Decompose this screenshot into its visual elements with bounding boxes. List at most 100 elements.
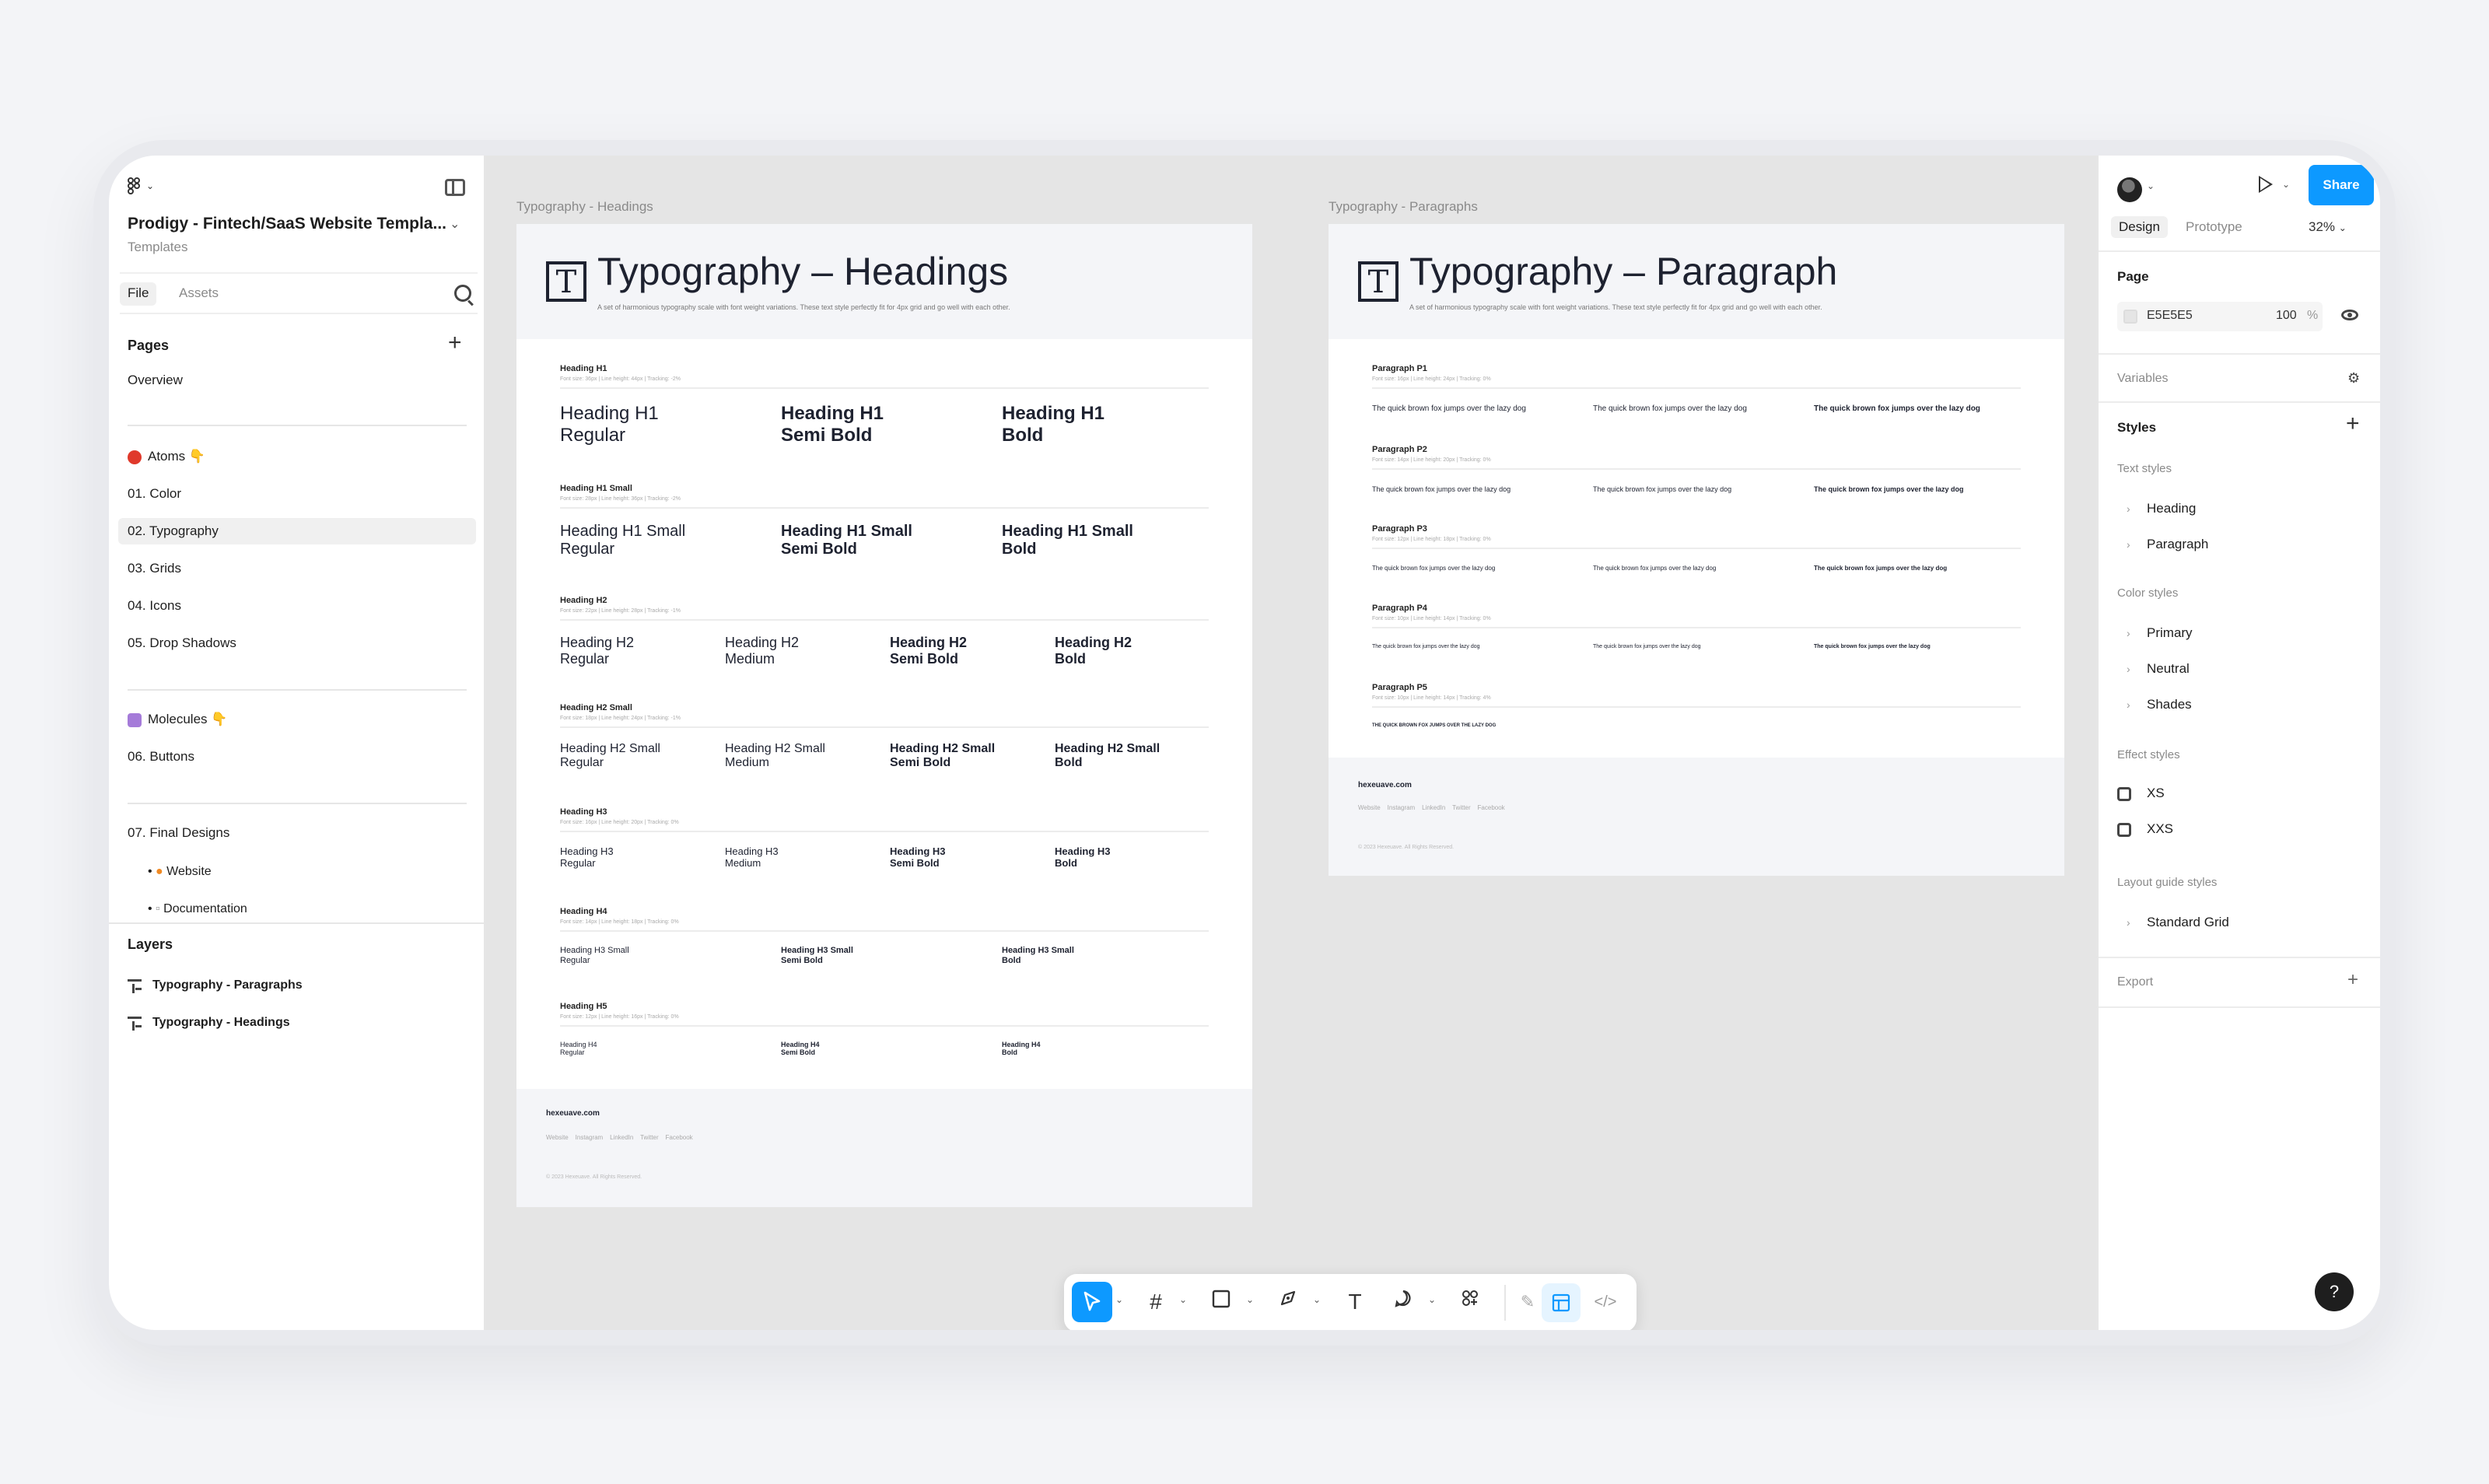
main-menu-button[interactable]: ⌄ xyxy=(128,177,154,194)
code-icon[interactable]: </> xyxy=(1588,1285,1623,1319)
tab-assets[interactable]: Assets xyxy=(171,282,226,306)
section-meta: Font size: 28px | Line height: 36px | Tr… xyxy=(560,496,681,502)
page-item-typography[interactable]: 02. Typography xyxy=(118,518,476,544)
paragraph-sample: The quick brown fox jumps over the lazy … xyxy=(1593,644,1701,649)
text-tool-icon[interactable]: T xyxy=(1338,1285,1372,1319)
move-tool-button[interactable] xyxy=(1072,1282,1112,1322)
style-heading[interactable]: Heading xyxy=(2147,501,2196,516)
add-style-icon[interactable]: + xyxy=(2346,412,2360,436)
avatar[interactable] xyxy=(2117,177,2142,202)
frame-footer: hexeuave.com Website Instagram LinkedIn … xyxy=(516,1089,1252,1207)
add-export-icon[interactable]: + xyxy=(2347,971,2358,989)
canvas[interactable]: Typography - Headings T Typography – Hea… xyxy=(485,156,2097,1330)
spec-h3-small-semibold: Heading H3 Small Semi Bold xyxy=(781,946,853,965)
style-xs[interactable]: XS xyxy=(2147,786,2165,801)
style-neutral[interactable]: Neutral xyxy=(2147,661,2190,677)
frame-typography-headings[interactable]: T Typography – Headings A set of harmoni… xyxy=(516,224,1252,1207)
export-label[interactable]: Export xyxy=(2117,975,2153,989)
share-button[interactable]: Share xyxy=(2309,165,2374,205)
left-panel-top: ⌄ xyxy=(128,177,465,205)
eye-icon[interactable] xyxy=(2341,310,2358,320)
zoom-level[interactable]: 32% ⌄ xyxy=(2309,219,2347,235)
style-standard-grid[interactable]: Standard Grid xyxy=(2147,915,2229,930)
actions-icon[interactable] xyxy=(1453,1285,1487,1319)
layer-typography-paragraphs[interactable]: Typography - Paragraphs xyxy=(128,978,303,993)
color-swatch[interactable] xyxy=(2123,310,2137,324)
file-menu-chevron-icon[interactable]: ⌄ xyxy=(450,216,460,232)
file-project-label[interactable]: Templates xyxy=(128,240,187,255)
frame-label-paragraphs[interactable]: Typography - Paragraphs xyxy=(1329,199,1478,215)
play-icon[interactable] xyxy=(2259,176,2273,193)
page-item-drop-shadows[interactable]: 05. Drop Shadows xyxy=(128,630,236,656)
chevron-down-icon[interactable]: ⌄ xyxy=(1246,1294,1254,1305)
page-item-color[interactable]: 01. Color xyxy=(128,481,181,507)
chevron-down-icon[interactable]: ⌄ xyxy=(2147,180,2155,191)
draw-mode-icon[interactable]: ✎ xyxy=(1511,1285,1545,1319)
page-item-icons[interactable]: 04. Icons xyxy=(128,593,181,619)
add-page-icon[interactable]: + xyxy=(448,331,462,355)
page-item-buttons[interactable]: 06. Buttons xyxy=(128,744,194,770)
page-item-overview[interactable]: Overview xyxy=(128,367,183,394)
chevron-right-icon[interactable]: › xyxy=(2127,502,2130,515)
style-shades[interactable]: Shades xyxy=(2147,697,2192,712)
frame-typography-paragraphs[interactable]: T Typography – Paragraph A set of harmon… xyxy=(1329,224,2064,876)
tab-design[interactable]: Design xyxy=(2111,216,2168,238)
comment-tool-icon[interactable] xyxy=(1386,1285,1420,1319)
paragraph-sample: The quick brown fox jumps over the lazy … xyxy=(1814,644,1931,649)
rectangle-tool-icon[interactable] xyxy=(1204,1285,1238,1319)
divider xyxy=(2099,401,2380,403)
page-fill-hex[interactable]: E5E5E5 xyxy=(2147,309,2193,323)
effect-styles-heading: Effect styles xyxy=(2117,748,2180,761)
page-item-molecules[interactable]: Molecules 👇 xyxy=(128,706,227,733)
layer-label: Typography - Headings xyxy=(152,1016,290,1029)
section-label: Heading H3 xyxy=(560,807,607,817)
frame-tool-icon[interactable]: # xyxy=(1139,1285,1173,1319)
divider xyxy=(1372,627,2021,628)
paragraph-sample: The quick brown fox jumps over the lazy … xyxy=(1372,404,1526,413)
chevron-down-icon[interactable]: ⌄ xyxy=(2282,179,2290,190)
help-button[interactable]: ? xyxy=(2315,1272,2354,1311)
layout-styles-heading: Layout guide styles xyxy=(2117,876,2218,889)
page-fill-opacity[interactable]: 100 xyxy=(2276,309,2297,323)
section-label: Heading H4 xyxy=(560,907,607,916)
design-mode-button[interactable] xyxy=(1542,1283,1581,1322)
chevron-down-icon[interactable]: ⌄ xyxy=(1115,1294,1123,1305)
pen-tool-icon[interactable] xyxy=(1271,1285,1305,1319)
page-item-atoms[interactable]: Atoms 👇 xyxy=(128,443,205,470)
spec-h4-bold: Heading H4 Bold xyxy=(1002,1041,1041,1057)
frame-header: T Typography – Headings A set of harmoni… xyxy=(516,224,1252,339)
chevron-down-icon[interactable]: ⌄ xyxy=(1428,1294,1436,1305)
tab-file[interactable]: File xyxy=(120,282,157,306)
section-label: Heading H5 xyxy=(560,1002,607,1011)
spec-h2-medium: Heading H2 Medium xyxy=(725,635,800,667)
style-xxs[interactable]: XXS xyxy=(2147,821,2173,837)
frame-label-headings[interactable]: Typography - Headings xyxy=(516,199,653,215)
variables-label[interactable]: Variables xyxy=(2117,372,2169,386)
section-meta: Font size: 18px | Line height: 24px | Tr… xyxy=(560,716,681,721)
page-fill-row[interactable]: E5E5E5 100 % xyxy=(2117,302,2323,331)
layer-typography-headings[interactable]: Typography - Headings xyxy=(128,1016,290,1031)
chevron-right-icon[interactable]: › xyxy=(2127,663,2130,675)
chevron-down-icon[interactable]: ⌄ xyxy=(1179,1294,1187,1305)
chevron-right-icon[interactable]: › xyxy=(2127,916,2130,929)
page-item-website[interactable]: • ● Website xyxy=(148,865,212,879)
variables-icon[interactable]: ⚙ xyxy=(2347,370,2360,387)
page-item-grids[interactable]: 03. Grids xyxy=(128,555,181,582)
chevron-right-icon[interactable]: › xyxy=(2127,538,2130,551)
section-meta: Font size: 22px | Line height: 28px | Tr… xyxy=(560,608,681,614)
search-icon[interactable] xyxy=(454,285,471,302)
section-label: Heading H1 xyxy=(560,364,607,373)
page-item-documentation[interactable]: • ▫ Documentation xyxy=(148,902,247,921)
style-primary[interactable]: Primary xyxy=(2147,625,2193,641)
file-title[interactable]: Prodigy - Fintech/SaaS Website Templa... xyxy=(128,215,446,233)
chevron-down-icon[interactable]: ⌄ xyxy=(1313,1294,1321,1305)
chevron-right-icon[interactable]: › xyxy=(2127,698,2130,711)
section-label: Paragraph P3 xyxy=(1372,524,1427,534)
tab-prototype[interactable]: Prototype xyxy=(2178,216,2250,238)
effect-style-icon xyxy=(2117,787,2131,801)
style-paragraph[interactable]: Paragraph xyxy=(2147,537,2208,552)
divider xyxy=(128,803,467,804)
page-item-final-designs[interactable]: 07. Final Designs xyxy=(128,820,229,846)
sidebar-toggle-icon[interactable] xyxy=(445,179,465,196)
chevron-right-icon[interactable]: › xyxy=(2127,627,2130,639)
